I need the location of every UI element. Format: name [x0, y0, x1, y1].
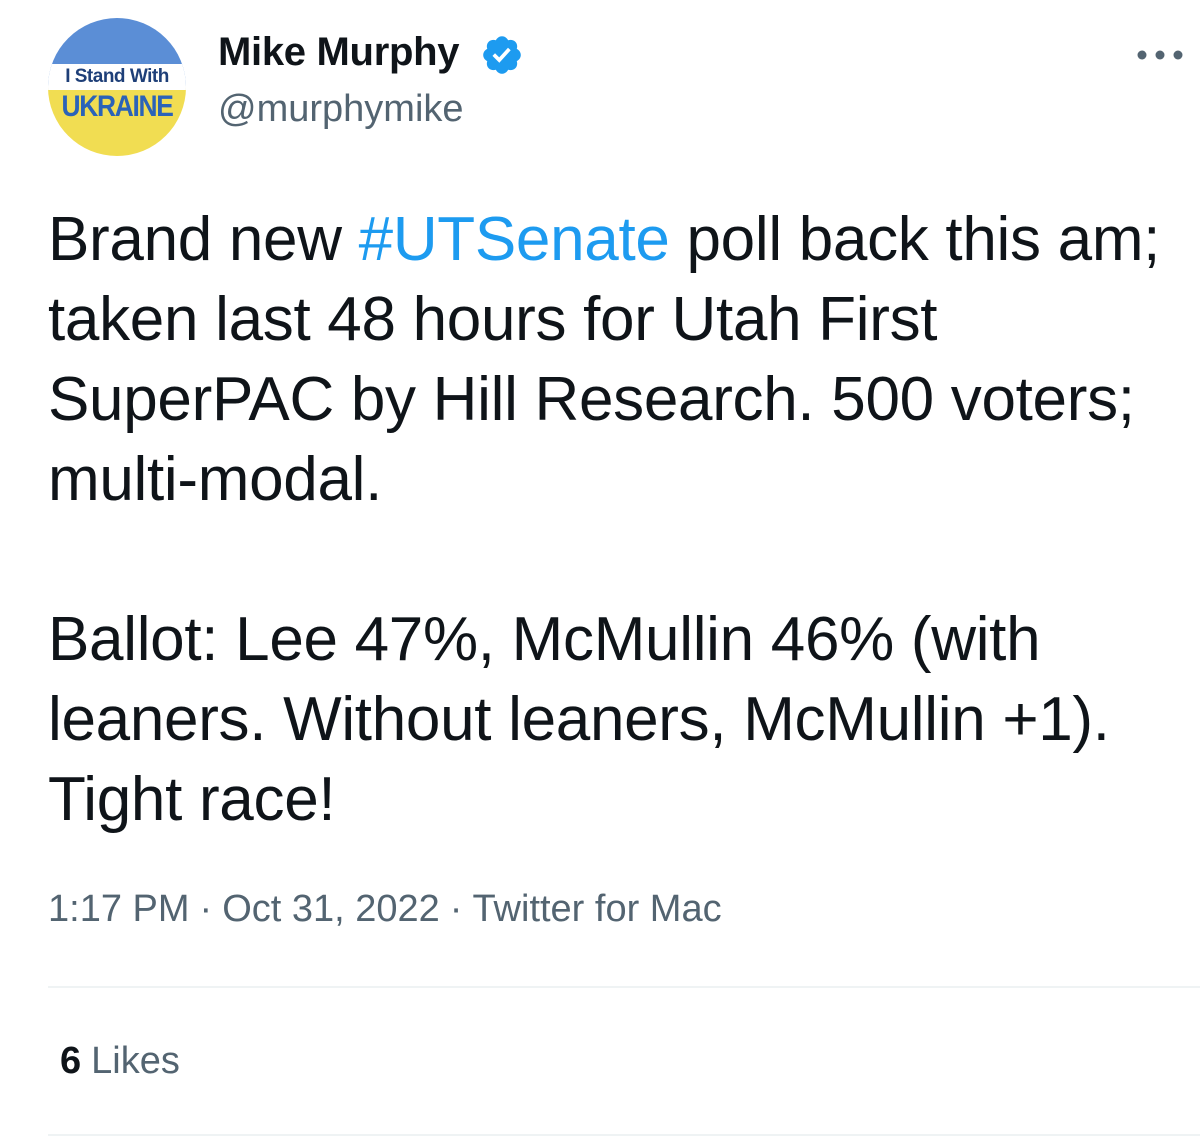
verified-badge-icon [483, 36, 521, 74]
tweet-time[interactable]: 1:17 PM [48, 888, 190, 930]
tweet-date[interactable]: Oct 31, 2022 [222, 888, 440, 930]
tweet-source[interactable]: Twitter for Mac [472, 888, 721, 930]
tweet-paragraph-1: Brand new #UTSenate poll back this am; t… [48, 200, 1173, 520]
likes-count: 6 [60, 1040, 82, 1082]
tweet-meta: 1:17 PM · Oct 31, 2022 · Twitter for Mac [48, 888, 722, 931]
divider [48, 1134, 1200, 1136]
tweet: I Stand With UKRAINE Mike Murphy @murphy… [0, 0, 1200, 1148]
author-handle[interactable]: @murphymike [218, 88, 464, 131]
tweet-text: Brand new #UTSenate poll back this am; t… [48, 200, 1173, 840]
divider [48, 986, 1200, 988]
author-display-name[interactable]: Mike Murphy [218, 30, 459, 75]
hashtag-link[interactable]: #UTSenate [359, 205, 670, 274]
avatar-line2: UKRAINE [61, 90, 173, 123]
avatar[interactable]: I Stand With UKRAINE [48, 18, 186, 156]
meta-separator: · [199, 888, 213, 930]
tweet-paragraph-2: Ballot: Lee 47%, McMullin 46% (with lean… [48, 605, 1110, 834]
likes-label: Likes [91, 1040, 180, 1082]
meta-separator: · [449, 888, 463, 930]
more-options-icon[interactable] [1134, 40, 1186, 70]
likes-stat[interactable]: 6 Likes [60, 1040, 180, 1083]
tweet-text-part: Brand new [48, 205, 359, 274]
avatar-line1: I Stand With [48, 64, 186, 90]
